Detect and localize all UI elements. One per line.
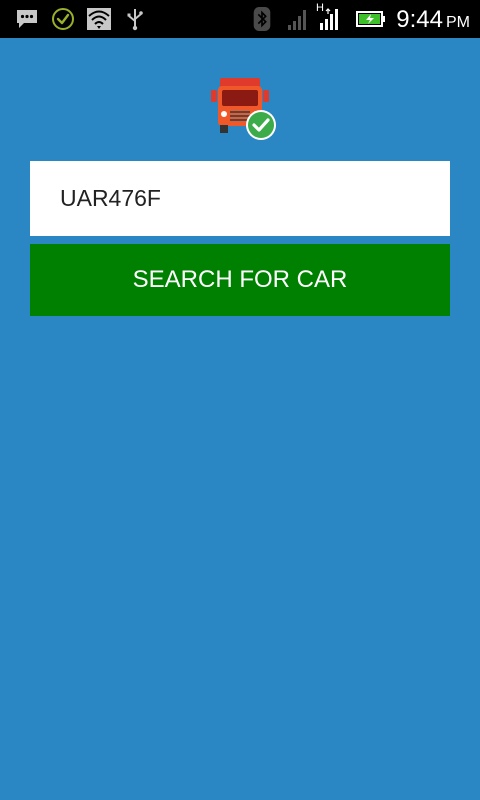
wifi-icon	[87, 8, 111, 30]
battery-charging-icon	[356, 11, 385, 27]
search-for-car-button[interactable]: SEARCH FOR CAR	[30, 244, 450, 316]
signal-icon	[288, 10, 306, 30]
status-bar: H 9:44 PM	[0, 0, 480, 38]
bluetooth-icon	[253, 7, 271, 31]
status-clock: 9:44 PM	[396, 6, 470, 34]
usb-icon	[127, 9, 143, 31]
clock-time: 9:44	[396, 6, 443, 33]
clock-ampm: PM	[446, 14, 470, 31]
check-circle-icon	[52, 8, 74, 30]
truck-check-logo-icon	[211, 78, 276, 140]
message-icon	[17, 10, 37, 28]
plate-number-input[interactable]	[60, 185, 450, 212]
mobile-data-icon	[320, 8, 338, 30]
plate-number-field[interactable]	[30, 161, 450, 236]
